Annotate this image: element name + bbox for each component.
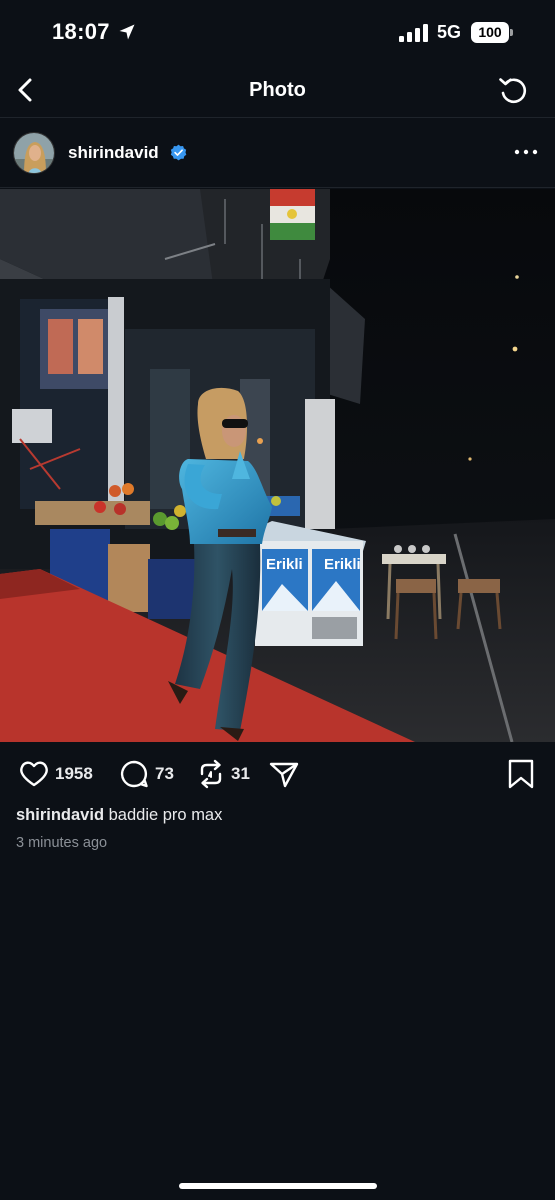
caption-text: baddie pro max (108, 806, 223, 824)
caption-username[interactable]: shirindavid (16, 806, 104, 824)
bookmark-button[interactable] (506, 758, 536, 790)
battery-cap (510, 29, 513, 36)
post-timestamp: 3 minutes ago (16, 835, 108, 851)
like-count: 1958 (55, 764, 93, 783)
location-arrow-icon (119, 24, 135, 40)
freezer-sign-right: Erikli (324, 556, 361, 573)
repost-count: 31 (231, 764, 250, 783)
refresh-icon[interactable] (496, 73, 530, 107)
repost-button[interactable]: 31 (195, 758, 265, 790)
avatar-image (14, 133, 54, 173)
top-nav: Photo (0, 66, 555, 118)
freezer-sign-left: Erikli (266, 556, 303, 573)
photo-screen: 18:07 5G 100 Photo shirindavid Erikli Er… (0, 0, 555, 1200)
like-button[interactable]: 1958 (18, 758, 108, 790)
repost-icon (200, 759, 222, 789)
network-type: 5G (437, 22, 462, 42)
comment-bubble-icon (120, 760, 148, 788)
avatar[interactable] (13, 132, 55, 174)
more-dots-icon[interactable] (512, 142, 540, 162)
page-title: Photo (249, 79, 306, 101)
share-send-icon (269, 762, 299, 788)
bookmark-icon (508, 759, 534, 789)
home-indicator[interactable] (179, 1183, 377, 1189)
post-actions: 1958 73 31 (0, 752, 555, 796)
status-time: 18:07 (52, 19, 110, 44)
post-caption: shirindavid baddie pro max (16, 806, 536, 825)
status-bar: 18:07 5G 100 (0, 0, 555, 66)
battery-level: 100 (471, 22, 509, 43)
post-photo[interactable]: Erikli Erikli (0, 189, 555, 742)
heart-icon (20, 761, 48, 787)
verified-badge-icon (170, 144, 187, 161)
author-username[interactable]: shirindavid (68, 143, 159, 163)
signal-bars-icon (399, 24, 428, 42)
post-photo-image: Erikli Erikli (0, 189, 555, 742)
comment-button[interactable]: 73 (118, 758, 188, 790)
comment-count: 73 (155, 764, 174, 783)
post-header: shirindavid (0, 119, 555, 188)
share-button[interactable] (268, 758, 300, 790)
battery-icon: 100 (471, 22, 513, 43)
